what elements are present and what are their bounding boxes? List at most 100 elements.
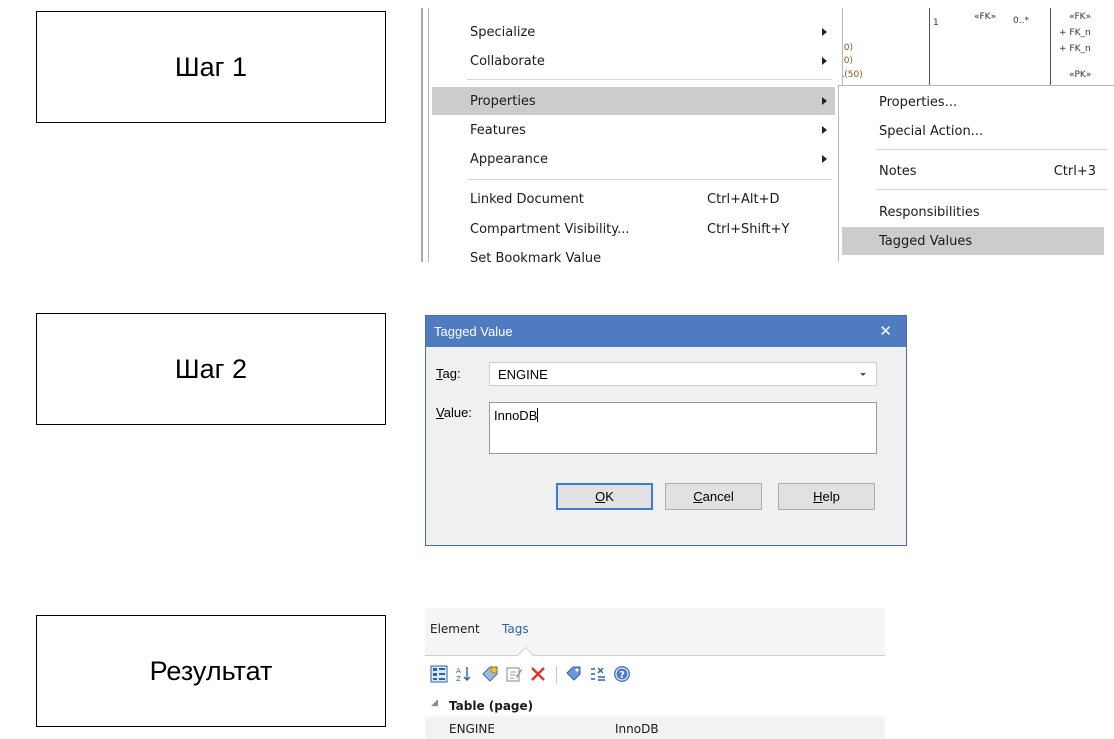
right-fk-stereotype: «FK» [1069, 12, 1092, 22]
cancel-accel: C [693, 489, 703, 504]
multiplicity-one: 1 [933, 18, 939, 28]
svg-text:A: A [456, 667, 461, 675]
right-fk-item: + FK_n [1059, 44, 1091, 54]
delete-icon[interactable] [528, 664, 548, 684]
panel-toolbar: AZ ? [425, 656, 885, 696]
submenu-item-tagged-values[interactable]: Tagged Values [842, 227, 1104, 255]
context-menu-screenshot: 50) 50) R(50) 1 «FK» 0..* «FK» + FK_n + … [421, 8, 1114, 262]
ok-text: K [605, 489, 614, 504]
panel-tabs: Element Tags [425, 608, 885, 663]
close-icon[interactable]: ✕ [879, 322, 892, 340]
menu-item-set-bookmark-value[interactable]: Set Bookmark Value [432, 244, 835, 263]
menu-item-label: Properties [470, 93, 536, 109]
svg-text:?: ? [619, 670, 625, 681]
menu-item-collaborate[interactable]: Collaborate [432, 47, 835, 75]
tag-combo-value: ENGINE [498, 366, 548, 382]
step-2-box: Шаг 2 [36, 313, 386, 425]
menu-item-compartment-visibility[interactable]: Compartment Visibility... Ctrl+Shift+Y [432, 215, 835, 243]
cancel-text: ancel [702, 489, 734, 504]
menu-item-label: Set Bookmark Value [470, 250, 602, 263]
result-box: Результат [36, 615, 386, 727]
submenu-item-notes[interactable]: Notes Ctrl+3 [842, 157, 1104, 185]
value-label-accel: V [436, 405, 444, 420]
result-label: Результат [149, 655, 273, 686]
group-header[interactable]: ◢ Table (page) [425, 696, 885, 716]
new-tag-icon[interactable] [480, 664, 500, 684]
menu-item-label: Special Action... [879, 123, 984, 139]
submenu-item-special-action[interactable]: Special Action... [842, 117, 1104, 145]
table-row[interactable]: ENGINE InnoDB [425, 719, 885, 739]
context-menu: Specialize Collaborate Properties Featur… [428, 8, 843, 262]
multiplicity-many: 0..* [1013, 16, 1029, 26]
menu-item-label: Linked Document [470, 191, 584, 207]
fk-stereotype: «FK» [974, 12, 997, 22]
tag-combo[interactable]: ENGINE [489, 362, 877, 386]
group-label: Table (page) [449, 699, 534, 713]
dialog-title: Tagged Value [434, 324, 513, 339]
properties-submenu: Properties... Special Action... Notes Ct… [838, 85, 1114, 262]
ok-accel: O [595, 489, 606, 504]
submenu-arrow-icon [822, 57, 827, 65]
value-field[interactable]: InnoDB [489, 402, 877, 454]
categorized-view-icon[interactable] [429, 664, 449, 684]
ok-button[interactable]: OK [556, 483, 653, 510]
step-2-label: Шаг 2 [174, 353, 248, 384]
tagged-value-dialog: Tagged Value ✕ Tag: ENGINE Value: InnoDB… [425, 315, 907, 546]
properties-list-icon[interactable] [588, 664, 608, 684]
menu-item-label: Compartment Visibility... [470, 221, 630, 237]
step-1-box: Шаг 1 [36, 11, 386, 123]
tag-icon[interactable] [564, 664, 584, 684]
tab-tags[interactable]: Tags [502, 622, 529, 636]
help-text: elp [822, 489, 840, 504]
menu-item-label: Notes [879, 163, 917, 179]
toolbar-separator [556, 666, 557, 684]
submenu-item-properties[interactable]: Properties... [842, 88, 1104, 116]
submenu-arrow-icon [822, 97, 827, 105]
menu-item-shortcut: Ctrl+Alt+D [707, 191, 780, 207]
menu-item-properties[interactable]: Properties [432, 87, 835, 115]
menu-item-specialize[interactable]: Specialize [432, 18, 835, 46]
submenu-item-responsibilities[interactable]: Responsibilities [842, 198, 1104, 226]
menu-separator [467, 179, 832, 180]
right-fk-item: + FK_n [1059, 28, 1091, 38]
value-label: Value: [436, 405, 472, 420]
sort-alpha-icon[interactable]: AZ [454, 664, 474, 684]
value-field-text: InnoDB [494, 408, 538, 423]
collapse-triangle-icon[interactable]: ◢ [431, 698, 438, 708]
edit-notes-icon[interactable] [504, 664, 524, 684]
tag-label-text: ag: [442, 366, 461, 381]
tag-name-cell: ENGINE [449, 722, 495, 736]
chevron-down-icon[interactable] [860, 373, 866, 376]
menu-item-label: Properties... [879, 94, 958, 110]
help-accel: H [813, 489, 823, 504]
diagram-line [929, 8, 930, 86]
dialog-title-bar: Tagged Value ✕ [426, 316, 906, 347]
text-caret [537, 408, 539, 422]
tab-element[interactable]: Element [430, 622, 480, 636]
submenu-arrow-icon [822, 126, 827, 134]
help-icon[interactable]: ? [612, 664, 632, 684]
menu-item-label: Tagged Values [879, 233, 973, 249]
help-button[interactable]: Help [778, 483, 875, 510]
menu-item-shortcut: Ctrl+3 [1053, 163, 1096, 179]
submenu-arrow-icon [822, 155, 827, 163]
menu-item-label: Appearance [470, 151, 549, 167]
svg-text:Z: Z [456, 675, 461, 683]
cancel-button[interactable]: Cancel [665, 483, 762, 510]
diagram-line [1050, 8, 1051, 86]
menu-item-label: Collaborate [470, 53, 545, 69]
menu-separator [876, 149, 1107, 150]
menu-item-label: Features [470, 122, 526, 138]
value-label-text: alue: [443, 405, 472, 420]
diagram-edge [421, 8, 423, 262]
submenu-arrow-icon [822, 28, 827, 36]
menu-item-appearance[interactable]: Appearance [432, 145, 835, 173]
menu-item-label: Specialize [470, 24, 536, 40]
step-1-label: Шаг 1 [174, 51, 248, 82]
menu-item-features[interactable]: Features [432, 116, 835, 144]
menu-item-linked-document[interactable]: Linked Document Ctrl+Alt+D [432, 185, 835, 213]
menu-item-label: Responsibilities [879, 204, 980, 220]
tag-value-cell: InnoDB [615, 722, 659, 736]
properties-panel: Element Tags AZ ? ◢ Table (page) ENGINE … [425, 608, 885, 739]
tag-label: Tag: [436, 366, 461, 381]
